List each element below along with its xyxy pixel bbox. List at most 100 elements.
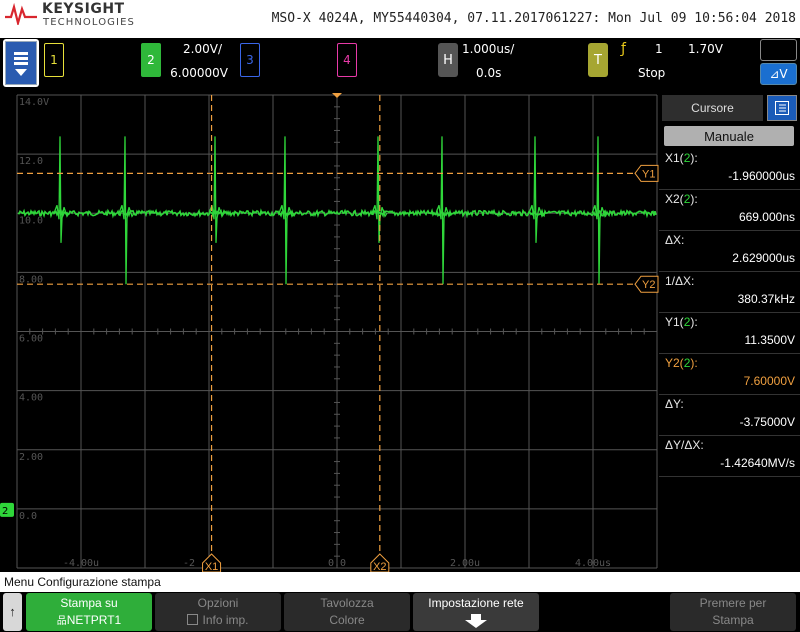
- cursor-readout-row: X1(2): -1.960000us: [659, 149, 800, 190]
- print-to-value: NETPRT1: [66, 613, 122, 627]
- channel-marker-label: 2: [2, 506, 8, 517]
- cursor-readout-label: Y2(2):: [665, 356, 698, 370]
- cursor-readout-row: X2(2): 669.000ns: [659, 190, 800, 231]
- cursor-readout-row: 1/ΔX: 380.37kHz: [659, 272, 800, 313]
- brand-subtitle: TECHNOLOGIES: [43, 17, 135, 28]
- channel-2-button[interactable]: 2: [141, 43, 161, 77]
- y-tick-label: 14.0V: [19, 97, 49, 108]
- menu-icon: [14, 51, 28, 55]
- chevron-down-icon: [15, 68, 27, 76]
- cursor-readout-label: X1(2):: [665, 151, 698, 165]
- press-to-print-label: Premere per: [699, 596, 767, 610]
- panel-list-icon[interactable]: [767, 95, 797, 121]
- main-menu-button[interactable]: [3, 39, 39, 87]
- cursor-readout-label: X2(2):: [665, 192, 698, 206]
- cursor-tag-label: X2: [373, 561, 386, 572]
- cursor-readout-label: Y1(2):: [665, 315, 698, 329]
- cursor-tag-label: Y1: [642, 168, 655, 180]
- trace-spike: [53, 136, 70, 243]
- cursor-readout-row: ΔY: -3.75000V: [659, 395, 800, 436]
- timebase-value: 1.000us/: [462, 42, 515, 56]
- trace-spike: [528, 136, 545, 243]
- y-tick-label: 2.00: [19, 452, 43, 463]
- channel-2-ground-marker[interactable]: 2: [0, 502, 14, 517]
- y-tick-label: 6.00: [19, 334, 43, 345]
- print-to-button[interactable]: Stampa su 品NETPRT1: [26, 593, 152, 631]
- options-value: Info imp.: [202, 613, 249, 627]
- delay-value: 0.0s: [476, 66, 502, 80]
- cursor-readout-value: 669.000ns: [738, 210, 795, 224]
- arrow-down-icon: [465, 613, 487, 628]
- network-icon: 品: [56, 616, 67, 627]
- brand-name: KEYSIGHT: [42, 1, 125, 17]
- cursor-tag-label: Y2: [642, 279, 655, 291]
- x-tick-label: 0.0: [328, 558, 346, 569]
- cursor-controls[interactable]: ⊿V: [760, 39, 797, 87]
- palette-label: Tavolozza: [320, 596, 374, 610]
- trigger-source: 1: [655, 42, 663, 56]
- cursor-x1-tag[interactable]: X1: [202, 553, 222, 572]
- cursor-y2-tag[interactable]: Y2: [634, 275, 659, 293]
- control-bar: 1 2 2.00V/ 6.00000V 3 4 H 1.000us/ 0.0s …: [0, 38, 800, 93]
- cursor-readout-row: ΔX: 2.629000us: [659, 231, 800, 272]
- palette-value: Colore: [329, 613, 365, 627]
- y-tick-label: 4.00: [19, 393, 43, 404]
- softkey-bar: ↑ Stampa su 品NETPRT1 Opzioni Info imp. T…: [0, 592, 800, 632]
- grid-lines: [16, 94, 658, 569]
- keysight-logo-icon: [5, 3, 37, 25]
- cursor-readout-value: -3.75000V: [739, 415, 795, 429]
- graticule[interactable]: 14.0V12.010.08.006.004.002.000.0 -4.00u -…: [0, 93, 659, 572]
- channel-4-button[interactable]: 4: [337, 43, 357, 77]
- cursor-readout-label: ΔX:: [665, 233, 685, 247]
- cursor-delta-icon[interactable]: ⊿V: [760, 63, 797, 85]
- trace-spike: [435, 136, 452, 285]
- cursor-readout-value: 11.3500V: [744, 333, 796, 347]
- press-to-print-value: Stampa: [712, 613, 754, 627]
- cursor-readout-row: Y2(2): 7.60000V: [659, 354, 800, 395]
- print-to-label: Stampa su: [60, 596, 118, 610]
- grid-icon[interactable]: [760, 39, 797, 61]
- back-arrow-icon[interactable]: ↑: [3, 593, 22, 631]
- trigger-button[interactable]: T: [588, 43, 608, 77]
- x-tick-label: -4.00u: [63, 558, 99, 569]
- waveform-display[interactable]: 14.0V 12.0 10.0 8.00 6.00 4.00 2.00 0.0 -4.00u -…: [0, 93, 659, 572]
- acquisition-state: Stop: [638, 66, 666, 80]
- x-tick-label: 2.00u: [450, 558, 480, 569]
- horizontal-button[interactable]: H: [438, 43, 458, 77]
- cursor-readout-label: 1/ΔX:: [665, 274, 695, 288]
- cursor-readout-label: ΔY:: [665, 397, 684, 411]
- channel-2-scale: 2.00V/: [183, 42, 222, 56]
- cursor-readout-value: -1.960000us: [728, 169, 795, 183]
- cursor-y1-tag[interactable]: Y1: [634, 164, 659, 182]
- cursor-readout-value: 7.60000V: [743, 374, 795, 388]
- y-tick-label: 0.0: [19, 511, 37, 522]
- cursor-x2-tag[interactable]: X2: [370, 553, 390, 572]
- cursor-readout-row: Y1(2): 11.3500V: [659, 313, 800, 354]
- network-setup-label: Impostazione rete: [428, 596, 524, 610]
- trigger-slope-icon: ƒ: [621, 41, 626, 57]
- tab-cursore[interactable]: Cursore: [662, 95, 763, 121]
- options-label: Opzioni: [197, 596, 239, 610]
- cursor-tag-label: X1: [205, 561, 218, 572]
- cursor-readout-row: ΔY/ΔX: -1.42640MV/s: [659, 436, 800, 477]
- channel-1-button[interactable]: 1: [44, 43, 64, 77]
- channel-2-trace: 2: [0, 93, 657, 517]
- instrument-info: MSO-X 4024A, MY55440304, 07.11.201706122…: [271, 11, 796, 26]
- trigger-level: 1.70V: [688, 42, 723, 56]
- cursor-readout-label: ΔY/ΔX:: [665, 438, 704, 452]
- checkbox-icon[interactable]: [187, 614, 199, 625]
- palette-button[interactable]: Tavolozza Colore: [284, 593, 410, 631]
- channel-2-offset: 6.00000V: [170, 66, 228, 80]
- cursor-readout-value: 2.629000us: [732, 251, 795, 265]
- channel-3-button[interactable]: 3: [240, 43, 260, 77]
- y-tick-label: 12.0: [19, 156, 43, 167]
- options-button[interactable]: Opzioni Info imp.: [155, 593, 281, 631]
- cursor-side-panel: Cursore Manuale X1(2): -1.960000us X2(2): 6…: [659, 93, 800, 572]
- cursor-mode-button[interactable]: Manuale: [664, 126, 794, 146]
- x-tick-label: 4.00us: [575, 558, 611, 569]
- press-to-print-button[interactable]: Premere per Stampa: [670, 593, 796, 631]
- network-setup-button[interactable]: Impostazione rete: [413, 593, 539, 631]
- y-axis-labels: 14.0V12.010.08.006.004.002.000.0: [19, 97, 49, 522]
- x-tick-label: -2: [183, 558, 195, 569]
- y-tick-label: 10.0: [19, 215, 43, 226]
